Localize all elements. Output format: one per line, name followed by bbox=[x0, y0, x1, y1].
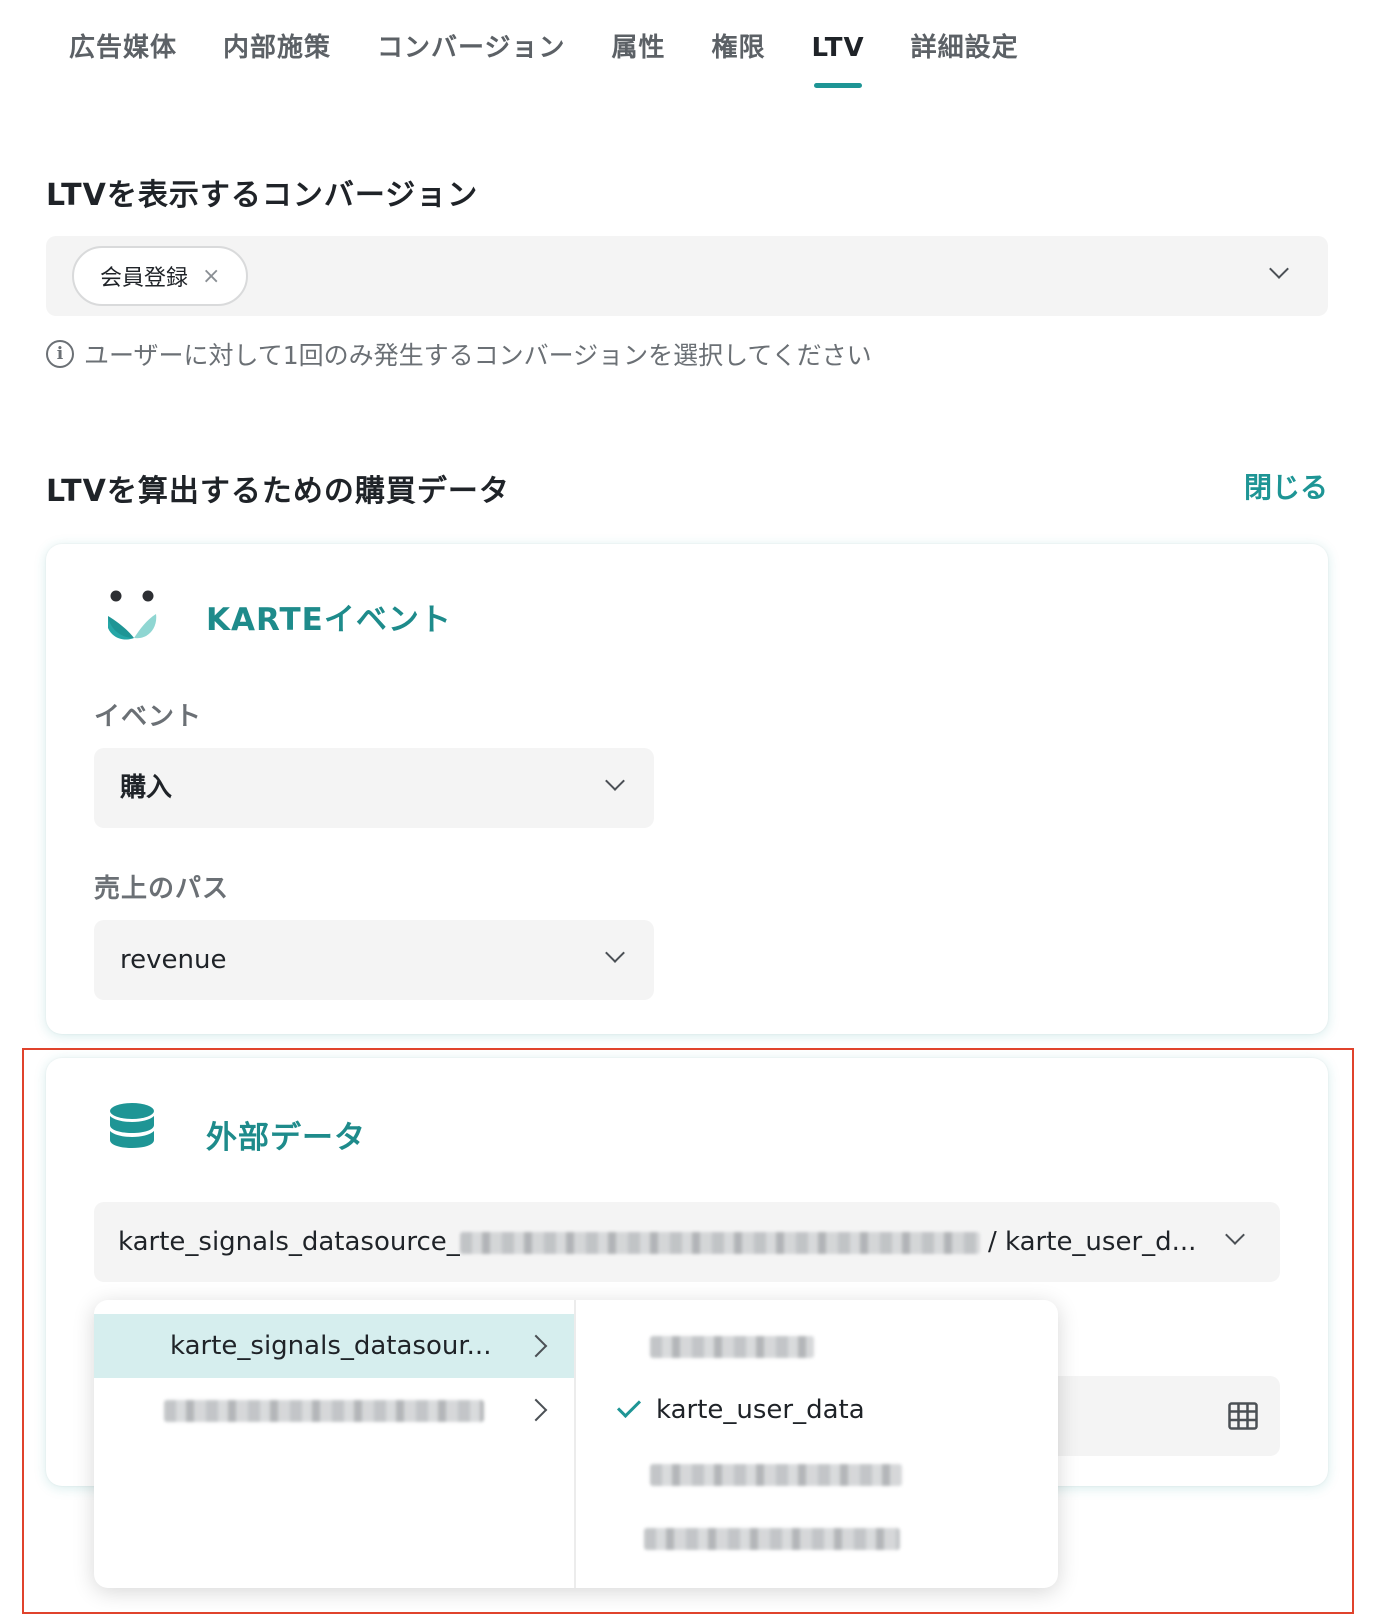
dataset-option[interactable] bbox=[94, 1378, 574, 1442]
tab-ad-media[interactable]: 広告媒体 bbox=[46, 0, 200, 90]
redacted-datasource-id bbox=[460, 1232, 980, 1254]
tab-permissions[interactable]: 権限 bbox=[689, 0, 789, 90]
tab-advanced-settings[interactable]: 詳細設定 bbox=[888, 0, 1042, 90]
tab-ltv[interactable]: LTV bbox=[789, 0, 888, 90]
selected-conversion-chip: 会員登録 × bbox=[72, 246, 249, 306]
purchase-data-title: LTVを算出するための購買データ bbox=[46, 474, 510, 509]
table-option[interactable] bbox=[578, 1506, 1056, 1570]
chevron-down-icon bbox=[605, 943, 625, 963]
revenue-path-select[interactable]: revenue bbox=[94, 920, 654, 1000]
revenue-path-value: revenue bbox=[120, 945, 227, 975]
table-suffix: / karte_user_d... bbox=[988, 1227, 1197, 1257]
redacted-table-name bbox=[644, 1528, 900, 1550]
chevron-right-icon bbox=[524, 1398, 548, 1422]
chevron-down-icon[interactable] bbox=[1269, 259, 1289, 279]
close-link[interactable]: 閉じる bbox=[1244, 466, 1328, 506]
table-grid-icon[interactable] bbox=[1228, 1402, 1258, 1430]
redacted-table-name bbox=[650, 1336, 814, 1358]
tab-conversion[interactable]: コンバージョン bbox=[354, 0, 588, 90]
tab-bar: 広告媒体 内部施策 コンバージョン 属性 権限 LTV 詳細設定 bbox=[46, 0, 1042, 90]
redacted-dataset-name bbox=[164, 1400, 484, 1422]
chevron-right-icon bbox=[524, 1334, 548, 1358]
event-label: イベント bbox=[94, 702, 203, 732]
ltv-conversion-title: LTVを表示するコンバージョン bbox=[46, 178, 479, 213]
revenue-path-label: 売上のパス bbox=[94, 874, 230, 904]
table-option[interactable] bbox=[578, 1314, 1056, 1378]
hint-text: ユーザーに対して1回のみ発生するコンバージョンを選択してください bbox=[84, 341, 872, 370]
chevron-down-icon bbox=[1225, 1225, 1245, 1245]
info-icon: i bbox=[46, 340, 74, 368]
karte-logo-icon bbox=[108, 590, 157, 640]
karte-event-card: KARTEイベント イベント 購入 売上のパス revenue bbox=[46, 544, 1328, 1034]
conversion-multiselect[interactable]: 会員登録 × bbox=[46, 236, 1328, 316]
tab-internal-measures[interactable]: 内部施策 bbox=[200, 0, 354, 90]
table-option-label: karte_user_data bbox=[656, 1395, 865, 1425]
redacted-table-name bbox=[650, 1464, 902, 1486]
external-data-title: 外部データ bbox=[206, 1120, 366, 1156]
karte-event-title: KARTEイベント bbox=[206, 602, 452, 638]
datasource-dropdown: karte_signals_datasour... karte_user_dat… bbox=[94, 1300, 1058, 1588]
chevron-down-icon bbox=[605, 771, 625, 791]
close-icon[interactable]: × bbox=[202, 264, 220, 289]
conversion-hint: i ユーザーに対して1回のみ発生するコンバージョンを選択してください bbox=[46, 336, 872, 372]
event-select[interactable]: 購入 bbox=[94, 748, 654, 828]
dataset-column: karte_signals_datasour... bbox=[94, 1300, 576, 1588]
database-icon bbox=[110, 1103, 154, 1148]
chip-label: 会員登録 bbox=[100, 266, 189, 291]
tab-attributes[interactable]: 属性 bbox=[589, 0, 689, 90]
datasource-prefix: karte_signals_datasource_ bbox=[118, 1227, 460, 1257]
table-option-selected[interactable]: karte_user_data bbox=[578, 1378, 1056, 1442]
table-option[interactable] bbox=[578, 1442, 1056, 1506]
external-data-select[interactable]: karte_signals_datasource_ / karte_user_d… bbox=[94, 1202, 1280, 1282]
check-icon bbox=[616, 1393, 642, 1419]
event-select-value: 購入 bbox=[120, 773, 173, 803]
dataset-option[interactable]: karte_signals_datasour... bbox=[94, 1314, 574, 1378]
dataset-option-label: karte_signals_datasour... bbox=[170, 1331, 492, 1361]
